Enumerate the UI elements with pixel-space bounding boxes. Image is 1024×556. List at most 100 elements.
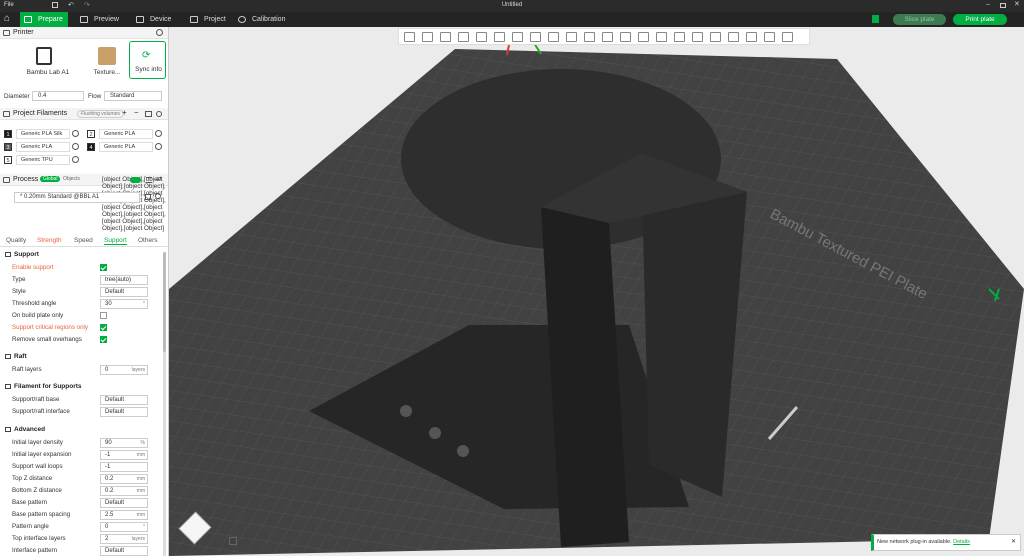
- setting-value[interactable]: Default: [100, 546, 148, 556]
- setting-value[interactable]: Default: [100, 498, 148, 508]
- global-toggle[interactable]: Global: [40, 176, 61, 182]
- flushing-volumes-button[interactable]: Flushing volumes: [77, 110, 124, 118]
- filament-edit-icon[interactable]: [155, 143, 162, 150]
- toolbar-tool-icon[interactable]: [566, 32, 577, 42]
- printer-selector[interactable]: Bambu Lab A1: [18, 43, 78, 83]
- tab-preview[interactable]: Preview: [76, 12, 128, 27]
- toolbar-tool-icon[interactable]: [404, 32, 415, 42]
- list-icon[interactable]: [146, 177, 152, 183]
- setting-value[interactable]: 2 layers: [100, 534, 148, 544]
- setting-value[interactable]: 0 °: [100, 522, 148, 532]
- setting-value[interactable]: 0.2 mm: [100, 486, 148, 496]
- filament-edit-icon[interactable]: [155, 130, 162, 137]
- toolbar-tool-icon[interactable]: [764, 32, 775, 42]
- setting-value[interactable]: Default: [100, 287, 148, 297]
- toolbar-tool-icon[interactable]: [494, 32, 505, 42]
- toolbar-tool-icon[interactable]: [512, 32, 523, 42]
- device-icon: [136, 16, 144, 23]
- fit-view-icon[interactable]: [229, 537, 237, 545]
- toolbar-tool-icon[interactable]: [656, 32, 667, 42]
- filament-edit-icon[interactable]: [72, 156, 79, 163]
- filament-edit-icon[interactable]: [72, 130, 79, 137]
- toolbar-tool-icon[interactable]: [674, 32, 685, 42]
- filament-slot-3[interactable]: 3 Generic PLA: [4, 142, 84, 152]
- diameter-select[interactable]: 0.4: [32, 91, 84, 101]
- remove-filament-icon[interactable]: −: [134, 108, 139, 117]
- setting-value[interactable]: Default: [100, 407, 148, 417]
- save-preset-icon[interactable]: [145, 194, 151, 200]
- tab-calibration[interactable]: Calibration: [234, 12, 294, 27]
- setting-label: Base pattern spacing: [12, 511, 71, 518]
- setting-value[interactable]: 2.5 mm: [100, 510, 148, 520]
- divider: [0, 246, 168, 247]
- add-filament-icon[interactable]: +: [122, 108, 127, 117]
- toolbar-tool-icon[interactable]: [782, 32, 793, 42]
- sync-info-button[interactable]: ⟳ Sync info: [129, 41, 166, 79]
- filament-edit-icon[interactable]: [72, 143, 79, 150]
- setting-value[interactable]: 0.2 mm: [100, 474, 148, 484]
- home-icon[interactable]: ⌂: [4, 14, 13, 24]
- filament-slot-5[interactable]: 5 Generic TPU: [4, 155, 84, 165]
- setting-checkbox[interactable]: [100, 336, 107, 343]
- setting-checkbox[interactable]: [100, 264, 107, 271]
- toolbar-tool-icon[interactable]: [530, 32, 541, 42]
- tab-others[interactable]: Others: [138, 237, 158, 244]
- setting-value[interactable]: Default: [100, 395, 148, 405]
- setting-value[interactable]: 30 °: [100, 299, 148, 309]
- toolbar-tool-icon[interactable]: [422, 32, 433, 42]
- setting-value[interactable]: tree(auto): [100, 275, 148, 285]
- print-plate-button[interactable]: Print plate: [953, 14, 1007, 25]
- tab-support[interactable]: Support: [104, 237, 127, 245]
- filament-settings-icon[interactable]: [156, 111, 162, 117]
- 3d-viewport[interactable]: Bambu Textured PEI Plate: [169, 27, 1024, 556]
- tab-strength[interactable]: Strength: [37, 237, 62, 244]
- filament-slot-4[interactable]: 4 Generic PLA: [87, 142, 167, 152]
- close-icon[interactable]: ✕: [1011, 535, 1016, 550]
- filament-slot-2[interactable]: 2 Generic PLA: [87, 129, 167, 139]
- filament-slot-1[interactable]: 1 Generic PLA Silk: [4, 129, 84, 139]
- toolbar-tool-icon[interactable]: [476, 32, 487, 42]
- printer-name: Bambu Lab A1: [26, 69, 70, 76]
- toolbar-tool-icon[interactable]: [638, 32, 649, 42]
- minimize-icon[interactable]: –: [986, 1, 990, 8]
- objects-toggle[interactable]: Objects: [60, 176, 83, 182]
- setting-checkbox[interactable]: [100, 324, 107, 331]
- compare-icon[interactable]: ⇄: [156, 175, 162, 183]
- setting-value[interactable]: -1 mm: [100, 450, 148, 460]
- process-preset-select[interactable]: * 0.20mm Standard @BBL A1: [14, 192, 140, 203]
- toolbar-tool-icon[interactable]: [692, 32, 703, 42]
- setting-value[interactable]: 90%: [100, 438, 148, 448]
- search-icon[interactable]: [155, 193, 161, 199]
- filament-sync-icon[interactable]: [145, 111, 152, 117]
- toolbar-tool-icon[interactable]: [458, 32, 469, 42]
- tab-device[interactable]: Device: [132, 12, 184, 27]
- setting-value[interactable]: -1: [100, 462, 148, 472]
- plate-icon[interactable]: [872, 15, 879, 23]
- toolbar-tool-icon[interactable]: [710, 32, 721, 42]
- flow-select[interactable]: Standard: [104, 91, 162, 101]
- toolbar-tool-icon[interactable]: [548, 32, 559, 42]
- toolbar-tool-icon[interactable]: [728, 32, 739, 42]
- setting-checkbox[interactable]: [100, 312, 107, 319]
- maximize-icon[interactable]: [1000, 3, 1006, 8]
- slice-plate-button[interactable]: Slice plate: [893, 14, 946, 25]
- toolbar-tool-icon[interactable]: [602, 32, 613, 42]
- details-link[interactable]: Details: [953, 539, 970, 545]
- tab-project[interactable]: Project: [186, 12, 238, 27]
- plate-selector[interactable]: Texture...: [88, 43, 126, 83]
- tab-quality[interactable]: Quality: [6, 237, 26, 244]
- toolbar-tool-icon[interactable]: [584, 32, 595, 42]
- toolbar-tool-icon[interactable]: [746, 32, 757, 42]
- tab-prepare[interactable]: Prepare: [20, 12, 68, 27]
- gear-icon[interactable]: [156, 29, 163, 36]
- filament-icon: [5, 384, 11, 389]
- setting-value[interactable]: 0 layers: [100, 365, 148, 375]
- toolbar-tool-icon[interactable]: [620, 32, 631, 42]
- advanced-switch[interactable]: [130, 177, 141, 183]
- process-header: Process Global Objects [object Object],[…: [0, 174, 168, 232]
- toolbar-tool-icon[interactable]: [440, 32, 451, 42]
- tab-speed[interactable]: Speed: [74, 237, 93, 244]
- settings-scrollbar[interactable]: [163, 252, 166, 556]
- close-icon[interactable]: ✕: [1014, 0, 1020, 8]
- advanced-label: [object Object],[object Object],[object …: [102, 176, 166, 232]
